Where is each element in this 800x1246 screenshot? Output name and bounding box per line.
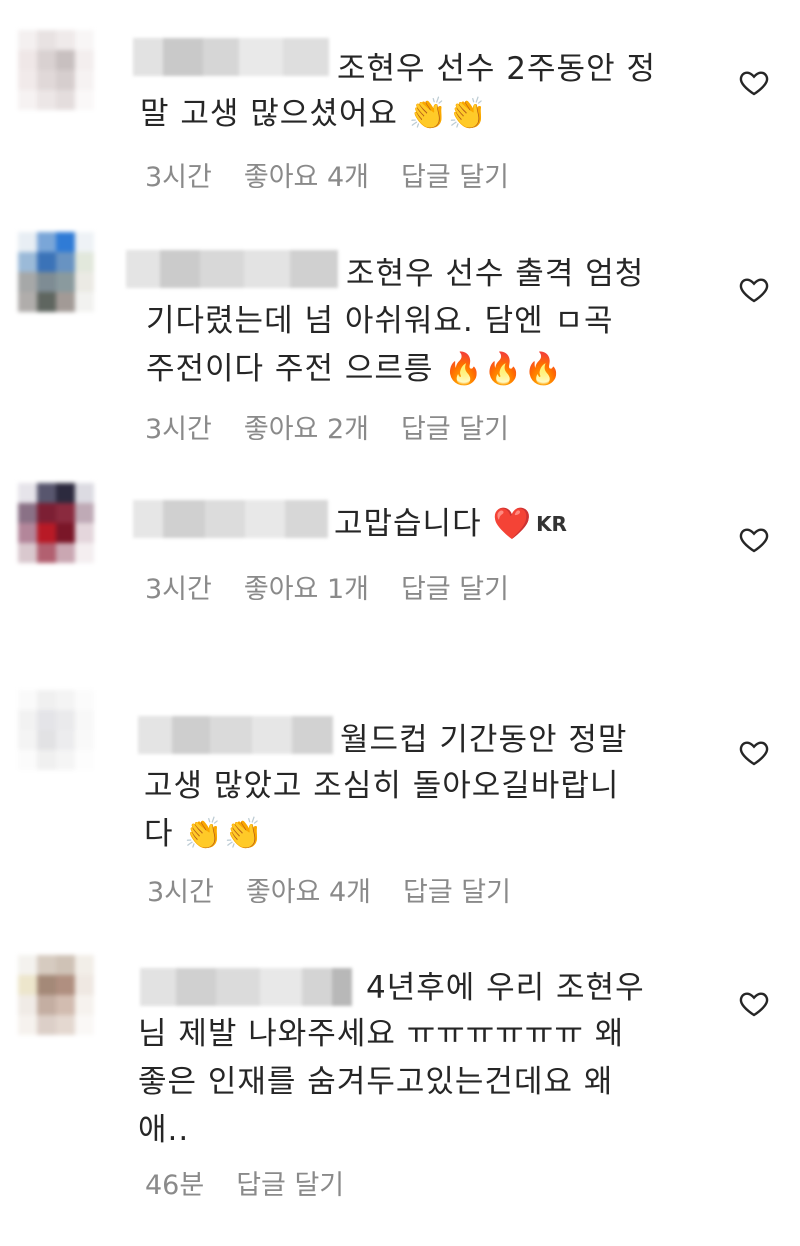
comment-meta: 46분 답글 달기	[145, 1163, 376, 1202]
like-count[interactable]: 좋아요 1개	[244, 567, 369, 606]
comment-meta: 3시간 좋아요 1개 답글 달기	[145, 567, 541, 606]
heart-outline-icon[interactable]	[737, 273, 771, 305]
reply-button[interactable]: 답글 달기	[401, 155, 509, 194]
comment-text: 고맙습니다 ❤️ KR	[334, 506, 567, 542]
timestamp: 46분	[145, 1170, 205, 1201]
comment-text: 조현우 선수 2주동안 정	[337, 51, 656, 87]
heart-outline-icon[interactable]	[737, 66, 771, 98]
comment-text: 4년후에 우리 조현우	[366, 970, 645, 1006]
avatar[interactable]	[18, 690, 94, 790]
heart-outline-icon[interactable]	[737, 736, 771, 768]
like-count[interactable]: 좋아요 2개	[244, 407, 369, 446]
avatar[interactable]	[18, 30, 94, 130]
reply-button[interactable]: 답글 달기	[403, 870, 511, 909]
comment-text: 조현우 선수 출격 엄청	[346, 256, 645, 292]
reply-button[interactable]: 답글 달기	[236, 1163, 344, 1202]
comment-text: 월드컵 기간동안 정말	[340, 722, 628, 758]
heart-outline-icon[interactable]	[737, 987, 771, 1019]
timestamp: 3시간	[145, 162, 212, 193]
comment-meta: 3시간 좋아요 4개 답글 달기	[145, 155, 541, 194]
comment-text: 말 고생 많으셨어요 👏👏	[140, 96, 488, 132]
avatar[interactable]	[18, 955, 94, 1055]
like-count[interactable]: 좋아요 4개	[244, 155, 369, 194]
username[interactable]	[138, 716, 333, 754]
reply-button[interactable]: 답글 달기	[401, 567, 509, 606]
comment-text: 기다렸는데 넘 아쉬워요. 담엔 ㅁ곡 주전이다 주전 으르릉 🔥🔥🔥	[146, 303, 614, 387]
timestamp: 3시간	[145, 574, 212, 605]
comment-meta: 3시간 좋아요 4개 답글 달기	[147, 870, 543, 909]
username[interactable]	[140, 968, 352, 1006]
username[interactable]	[133, 500, 328, 538]
comment-text: 님 제발 나와주세요 ㅠㅠㅠㅠㅠㅠ 왜 좋은 인재를 숨겨두고있는건데요 왜 애…	[138, 1016, 625, 1148]
timestamp: 3시간	[147, 877, 214, 908]
like-count[interactable]: 좋아요 4개	[246, 870, 371, 909]
avatar[interactable]	[18, 232, 94, 332]
country-flag: KR	[536, 512, 567, 536]
username[interactable]	[133, 38, 329, 76]
heart-outline-icon[interactable]	[737, 523, 771, 555]
avatar[interactable]	[18, 483, 94, 583]
timestamp: 3시간	[145, 414, 212, 445]
comment-text: 고생 많았고 조심히 돌아오길바랍니 다 👏👏	[144, 768, 620, 852]
username[interactable]	[126, 250, 338, 288]
reply-button[interactable]: 답글 달기	[401, 407, 509, 446]
comment-meta: 3시간 좋아요 2개 답글 달기	[145, 407, 541, 446]
